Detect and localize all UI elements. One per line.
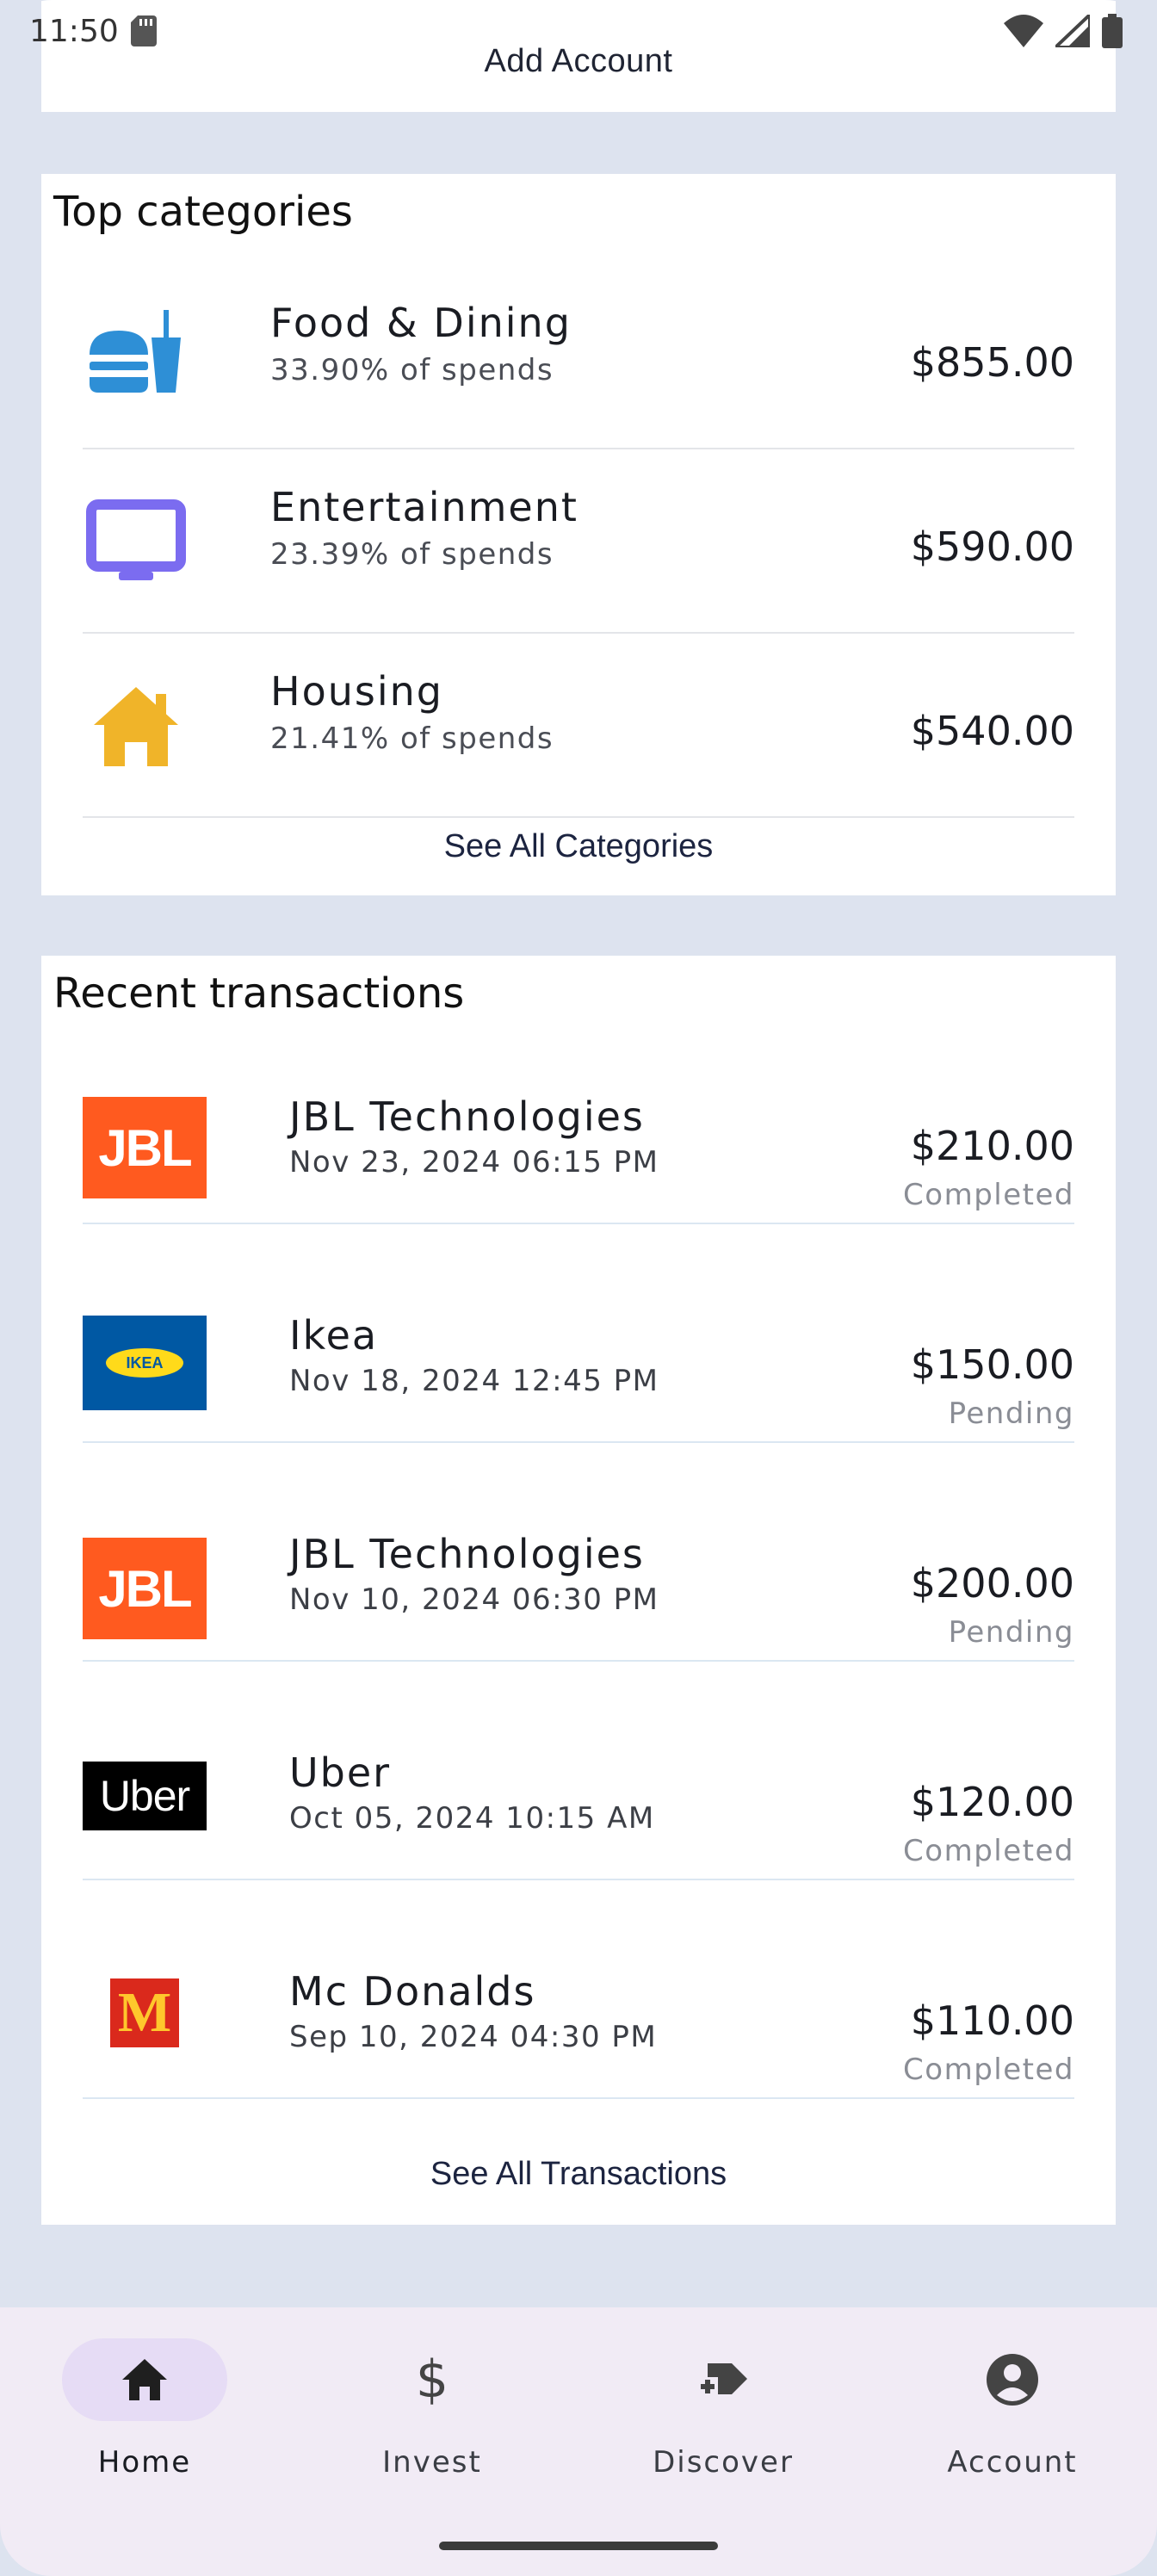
nav-item-invest[interactable]: $ Invest [320,2338,544,2493]
ikea-logo: IKEA [83,1316,207,1410]
nav-icon-container [640,2338,806,2421]
top-categories-card: Top categories Food & Dining 33.90% of s… [41,174,1116,895]
bottom-navigation: Home $ Invest Discover Account [0,2307,1157,2576]
transaction-row[interactable]: Uber Uber Oct 05, 2024 10:15 AM $120.00 … [83,1708,1074,1880]
transaction-amount: $150.00 [910,1341,1074,1388]
transaction-date: Nov 10, 2024 06:30 PM [289,1582,659,1617]
nav-item-discover[interactable]: Discover [611,2338,835,2493]
transaction-date: Nov 23, 2024 06:15 PM [289,1145,659,1180]
transaction-status: Completed [903,1178,1074,1212]
home-gesture-bar[interactable] [439,2542,718,2550]
transaction-status: Pending [948,1396,1074,1431]
category-share: 21.41% of spends [270,721,554,756]
transaction-row[interactable]: JBL JBL Technologies Nov 23, 2024 06:15 … [83,1052,1074,1224]
see-all-categories-link[interactable]: See All Categories [41,828,1116,865]
transaction-status: Pending [948,1615,1074,1650]
transaction-amount: $200.00 [910,1560,1074,1607]
nav-item-account[interactable]: Account [900,2338,1124,2493]
category-amount: $855.00 [910,339,1074,386]
category-row-food-dining[interactable]: Food & Dining 33.90% of spends $855.00 [83,267,1074,449]
transaction-row[interactable]: IKEA Ikea Nov 18, 2024 12:45 PM $150.00 … [83,1271,1074,1443]
transaction-date: Oct 05, 2024 10:15 AM [289,1801,655,1836]
category-name: Food & Dining [270,300,572,346]
jbl-logo: JBL [83,1538,207,1639]
recent-transactions-card: Recent transactions JBL JBL Technologies… [41,956,1116,2225]
mcdonalds-logo: M [110,1978,179,2047]
jbl-logo: JBL [83,1097,207,1198]
transaction-status: Completed [903,2053,1074,2087]
tv-icon [83,489,189,596]
transaction-date: Sep 10, 2024 04:30 PM [289,2020,658,2054]
screen: 11:50 Add Account Top categories Food & … [0,0,1157,2576]
recent-transactions-title: Recent transactions [53,969,465,1018]
transaction-merchant: Mc Donalds [289,1968,536,2015]
transaction-status: Completed [903,1834,1074,1868]
food-dining-icon [83,305,189,412]
transaction-row[interactable]: JBL JBL Technologies Nov 10, 2024 06:30 … [83,1489,1074,1662]
transaction-merchant: JBL Technologies [289,1093,645,1140]
discover-icon [697,2363,747,2396]
transaction-merchant: Uber [289,1749,392,1796]
nav-label: Discover [653,2445,794,2480]
transaction-row[interactable]: M Mc Donalds Sep 10, 2024 04:30 PM $110.… [83,1927,1074,2099]
category-amount: $590.00 [910,523,1074,570]
nav-icon-container [930,2338,1095,2421]
signal-icon [1055,15,1090,47]
see-all-transactions-link[interactable]: See All Transactions [41,2156,1116,2193]
battery-icon [1102,14,1123,48]
wifi-icon [1004,15,1043,47]
house-icon [83,673,189,780]
sd-card-icon [131,15,157,46]
nav-item-home[interactable]: Home [33,2338,257,2493]
status-time: 11:50 [29,14,119,49]
category-share: 23.39% of spends [270,537,554,572]
transaction-amount: $210.00 [910,1123,1074,1169]
transaction-date: Nov 18, 2024 12:45 PM [289,1364,659,1398]
account-circle-icon [987,2354,1038,2406]
category-name: Housing [270,668,443,715]
transaction-merchant: Ikea [289,1312,379,1359]
uber-logo: Uber [83,1762,207,1830]
category-row-housing[interactable]: Housing 21.41% of spends $540.00 [83,635,1074,818]
category-share: 33.90% of spends [270,353,554,387]
nav-icon-container: $ [350,2338,515,2421]
home-icon [122,2359,167,2400]
status-bar: 11:50 [0,0,1157,62]
nav-label: Invest [382,2445,482,2480]
transaction-amount: $110.00 [910,1997,1074,2044]
nav-label: Home [97,2445,192,2480]
top-categories-title: Top categories [53,188,353,236]
category-name: Entertainment [270,484,578,530]
category-amount: $540.00 [910,708,1074,754]
transaction-amount: $120.00 [910,1779,1074,1825]
nav-active-indicator [62,2338,227,2421]
dollar-icon: $ [415,2350,449,2410]
nav-label: Account [947,2445,1078,2480]
category-row-entertainment[interactable]: Entertainment 23.39% of spends $590.00 [83,451,1074,634]
transaction-merchant: JBL Technologies [289,1531,645,1577]
